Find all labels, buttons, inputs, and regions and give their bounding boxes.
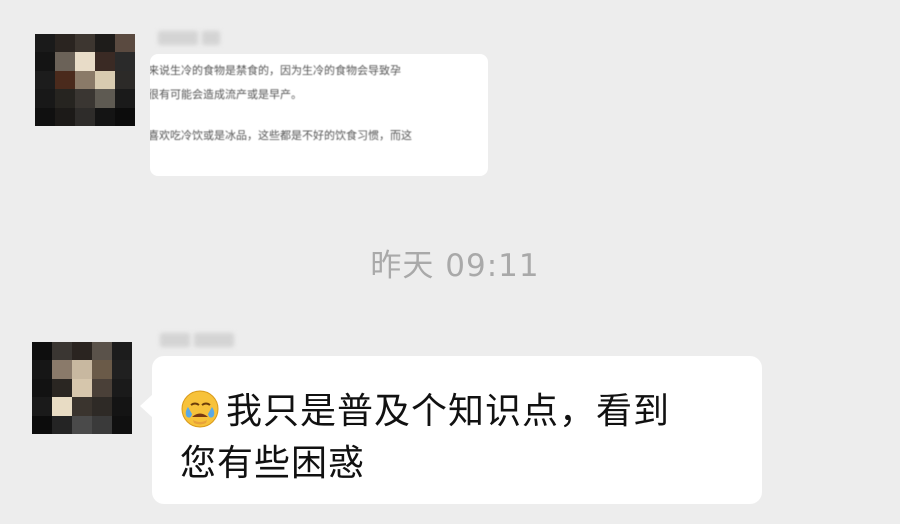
avatar-pixel [32, 415, 52, 434]
avatar-pixel [55, 70, 75, 90]
avatar-pixel [52, 397, 72, 416]
avatar-pixel [95, 52, 115, 71]
avatar-pixel [55, 52, 75, 71]
message-line: 我只是普及个知识点，看到 [226, 391, 671, 432]
avatar-pixel [112, 397, 132, 416]
avatar-pixel [115, 70, 135, 90]
message-line: 您有些困惑 [180, 443, 366, 484]
avatar-pixel [52, 342, 72, 361]
sender-name-blurred [160, 332, 234, 348]
avatar-pixel [32, 378, 52, 398]
avatar-pixel [32, 342, 52, 361]
avatar-pixel [72, 397, 92, 416]
avatar-pixel [112, 415, 132, 434]
avatar-pixel [115, 107, 135, 126]
avatar-pixel [35, 89, 55, 108]
message-bubble[interactable]: 我只是普及个知识点，看到 您有些困惑 [140, 356, 762, 504]
avatar-pixel [35, 34, 55, 53]
avatar-pixel [115, 89, 135, 108]
avatar-pixel [55, 89, 75, 108]
avatar-pixel [95, 107, 115, 126]
timestamp: 昨天 09:11 [370, 248, 540, 284]
message-bubble-image[interactable]: 来说生冷的食物是禁食的，因为生冷的食物会导致孕 很有可能会造成流产或是早产。 喜… [150, 54, 488, 176]
avatar-pixel [32, 397, 52, 416]
avatar-pixel [115, 52, 135, 71]
avatar-pixel [92, 378, 112, 398]
avatar-pixel [75, 34, 95, 53]
avatar-pixel [35, 107, 55, 126]
avatar-pixel [75, 70, 95, 90]
avatar-pixel [75, 107, 95, 126]
avatar-pixel [72, 415, 92, 434]
avatar-pixel [112, 342, 132, 361]
avatar-pixel [112, 378, 132, 398]
message-text: 我只是普及个知识点，看到 您有些困惑 [180, 386, 740, 490]
avatar-pixel [75, 89, 95, 108]
message-line: 很有可能会造成流产或是早产。 [150, 88, 302, 101]
avatar-pixel [115, 34, 135, 53]
avatar-pixel [72, 378, 92, 398]
avatar[interactable] [35, 34, 135, 126]
avatar-pixel [112, 360, 132, 379]
avatar-pixel [92, 360, 112, 379]
avatar-pixel [35, 52, 55, 71]
avatar-pixel [92, 397, 112, 416]
avatar-pixel [72, 360, 92, 379]
crying-face-emoji-icon [181, 390, 219, 428]
avatar[interactable] [32, 342, 132, 434]
avatar-pixel [52, 360, 72, 379]
avatar-pixel [52, 415, 72, 434]
chat-window: 来说生冷的食物是禁食的，因为生冷的食物会导致孕 很有可能会造成流产或是早产。 喜… [0, 0, 900, 524]
avatar-pixel [95, 89, 115, 108]
avatar-pixel [35, 70, 55, 90]
avatar-pixel [72, 342, 92, 361]
avatar-pixel [92, 415, 112, 434]
message-line: 来说生冷的食物是禁食的，因为生冷的食物会导致孕 [150, 64, 401, 77]
avatar-pixel [52, 378, 72, 398]
avatar-pixel [32, 360, 52, 379]
avatar-pixel [75, 52, 95, 71]
avatar-pixel [92, 342, 112, 361]
avatar-pixel [55, 107, 75, 126]
message-line: 喜欢吃冷饮或是冰品，这些都是不好的饮食习惯，而这 [150, 129, 412, 142]
sender-name-blurred [158, 30, 224, 46]
avatar-pixel [55, 34, 75, 53]
avatar-pixel [95, 70, 115, 90]
avatar-pixel [95, 34, 115, 53]
